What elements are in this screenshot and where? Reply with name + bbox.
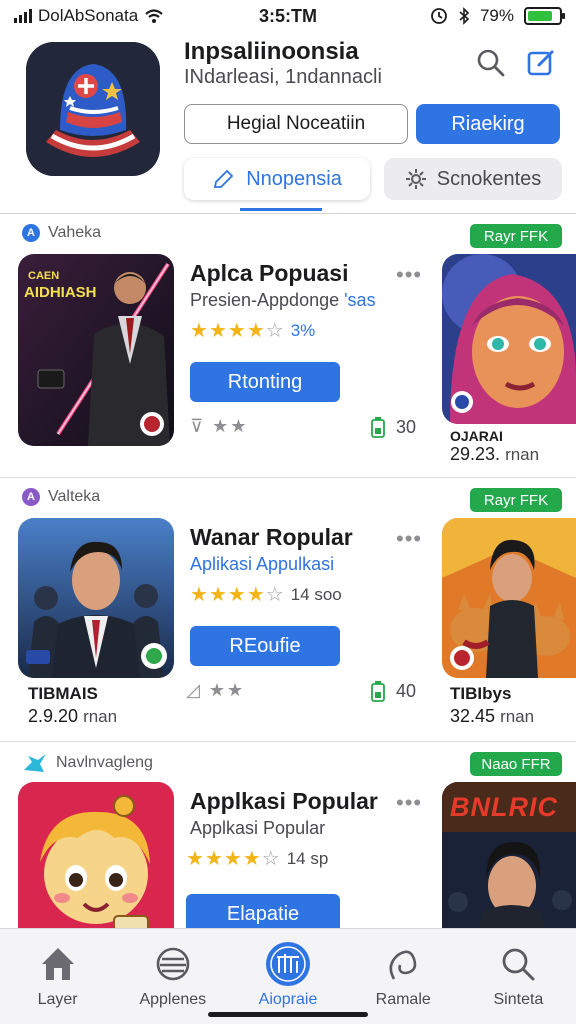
- battery-small-icon: [371, 681, 385, 702]
- tab-nnopensia[interactable]: Nnopensia: [184, 158, 370, 200]
- side-app-icon[interactable]: [442, 254, 576, 424]
- pencil-icon: [214, 169, 234, 188]
- category-label: A Valteka: [22, 488, 100, 506]
- tab-scnokentes[interactable]: Scnokentes: [384, 158, 562, 200]
- tab-label: Sinteta: [493, 991, 544, 1008]
- category-label: A Vaheka: [22, 224, 101, 242]
- download-count: 40: [370, 680, 416, 702]
- tab-label: Aiopraie: [258, 991, 318, 1008]
- app-title: Inpsaliinoonsia: [184, 38, 359, 65]
- signal-icon: [14, 9, 32, 23]
- side-app-icon[interactable]: BNLRIC: [442, 782, 576, 928]
- rating: ★★★★☆ 14 soo: [190, 582, 342, 607]
- side-app-price: 32.45 rnan: [450, 706, 535, 726]
- app-title[interactable]: Wanar Ropular: [190, 524, 353, 551]
- rating-value: 14 soo: [290, 584, 342, 604]
- more-options-icon[interactable]: •••: [396, 526, 422, 552]
- side-app-label: TIBIbys: [450, 684, 512, 703]
- battery-percent: 79%: [479, 6, 514, 25]
- tab-label: Nnopensia: [246, 167, 342, 190]
- side-app-icon[interactable]: [442, 518, 576, 678]
- app-icon[interactable]: CAEN AIDHIASH: [18, 254, 174, 446]
- category-text: Valteka: [48, 488, 101, 505]
- tab-aiopraie[interactable]: Aiopraie: [230, 929, 345, 1024]
- rating: ★★★★☆ 3%: [190, 318, 315, 343]
- category-label: Navlnvagleng: [22, 752, 153, 774]
- bluetooth-icon: [459, 7, 470, 25]
- status-badge: Rayr FFK: [470, 224, 562, 248]
- home-indicator[interactable]: [208, 1012, 368, 1017]
- clock: 3:5:TM: [259, 5, 317, 26]
- rating-value: 14 sp: [286, 848, 329, 868]
- category-text: Vaheka: [48, 224, 102, 241]
- category-icon: A: [22, 224, 40, 242]
- battery-small-icon: [371, 417, 385, 438]
- app-label: TIBMAIS: [28, 684, 98, 703]
- tab-layer[interactable]: Layer: [0, 929, 115, 1024]
- primary-action-button[interactable]: Riaekirg: [416, 104, 560, 144]
- active-tab-indicator: [240, 208, 322, 211]
- tab-sinteta[interactable]: Sinteta: [461, 929, 576, 1024]
- carrier-label: DolAbSonata: [38, 6, 139, 25]
- meta-info: ◿ ★★: [186, 680, 246, 700]
- swirl-icon: [389, 950, 417, 980]
- more-options-icon[interactable]: •••: [396, 790, 422, 816]
- get-button[interactable]: Rtonting: [190, 362, 340, 402]
- side-app-price: 29.23. rnan: [450, 444, 540, 464]
- tab-ramale[interactable]: Ramale: [346, 929, 461, 1024]
- star-rating: ★★★★☆: [190, 320, 285, 342]
- compose-icon[interactable]: [526, 48, 556, 78]
- stack-icon: [156, 947, 190, 981]
- battery-icon: [524, 7, 565, 25]
- app-icon[interactable]: [18, 518, 174, 678]
- tab-label: Applenes: [139, 991, 207, 1008]
- star-rating: ★★★★☆: [190, 584, 285, 606]
- download-count: 30: [370, 416, 416, 438]
- search-icon[interactable]: [476, 48, 506, 78]
- app-subtitle: INdarleasi, 1ndannacli: [184, 66, 382, 88]
- app-feed[interactable]: A Vaheka Rayr FFK CAEN AIDHIASH Aplca Po…: [0, 214, 576, 928]
- status-badge: Naao FFR: [470, 752, 562, 776]
- app-subtitle: Presien-Appdonge 'sas: [190, 290, 376, 310]
- category-icon: A: [22, 488, 40, 506]
- house-icon: [41, 948, 74, 980]
- rating-value: 3%: [290, 320, 316, 340]
- app-card[interactable]: Navlnvagleng Naao FFR Applkasi Popular A…: [0, 742, 576, 928]
- app-icon[interactable]: [18, 782, 174, 928]
- icon-caption: BNLRIC: [450, 792, 558, 822]
- meta-info: ⊽ ★★: [190, 416, 249, 436]
- more-options-icon[interactable]: •••: [396, 262, 422, 288]
- search-icon: [503, 948, 535, 981]
- status-bar: DolAbSonata 3:5:TM 79%: [0, 0, 576, 32]
- app-subtitle: Aplikasi Appulkasi: [190, 554, 335, 574]
- app-subtitle: Applkasi Popular: [190, 818, 326, 838]
- get-button[interactable]: Elapatie: [186, 894, 340, 928]
- get-button[interactable]: REoufie: [190, 626, 340, 666]
- icon-caption: AIDHIASH: [24, 284, 97, 301]
- icon-caption-small: CAEN: [28, 270, 60, 282]
- tab-label: Layer: [37, 991, 78, 1008]
- app-header: Inpsaliinoonsia INdarleasi, 1ndannacli H…: [0, 32, 576, 214]
- app-card[interactable]: A Vaheka Rayr FFK CAEN AIDHIASH Aplca Po…: [0, 214, 576, 478]
- hero-app-icon[interactable]: [26, 42, 160, 176]
- app-card[interactable]: A Valteka Rayr FFK TIBMAIS 2.9.20 rnan W…: [0, 478, 576, 742]
- tab-label: Scnokentes: [436, 167, 542, 190]
- star-rating: ★★★★☆: [186, 848, 281, 870]
- wifi-icon: [145, 9, 163, 23]
- category-icon: [24, 754, 46, 772]
- tab-label: Ramale: [375, 991, 431, 1008]
- tab-applenes[interactable]: Applenes: [115, 929, 230, 1024]
- side-app-label: OJARAI: [450, 428, 503, 444]
- app-price: 2.9.20 rnan: [28, 706, 118, 726]
- status-badge: Rayr FFK: [470, 488, 562, 512]
- bottom-tab-bar: Layer Applenes Aiopraie Ramale Sinteta: [0, 928, 576, 1024]
- category-text: Navlnvagleng: [56, 754, 153, 771]
- alarm-icon: [431, 8, 447, 24]
- bars-icon: [266, 942, 310, 986]
- app-title[interactable]: Aplca Popuasi: [190, 260, 348, 287]
- app-title[interactable]: Applkasi Popular: [190, 788, 378, 815]
- secondary-action-button[interactable]: Hegial Noceatiin: [184, 104, 408, 144]
- rating: ★★★★☆ 14 sp: [186, 846, 328, 871]
- gear-icon: [405, 169, 426, 189]
